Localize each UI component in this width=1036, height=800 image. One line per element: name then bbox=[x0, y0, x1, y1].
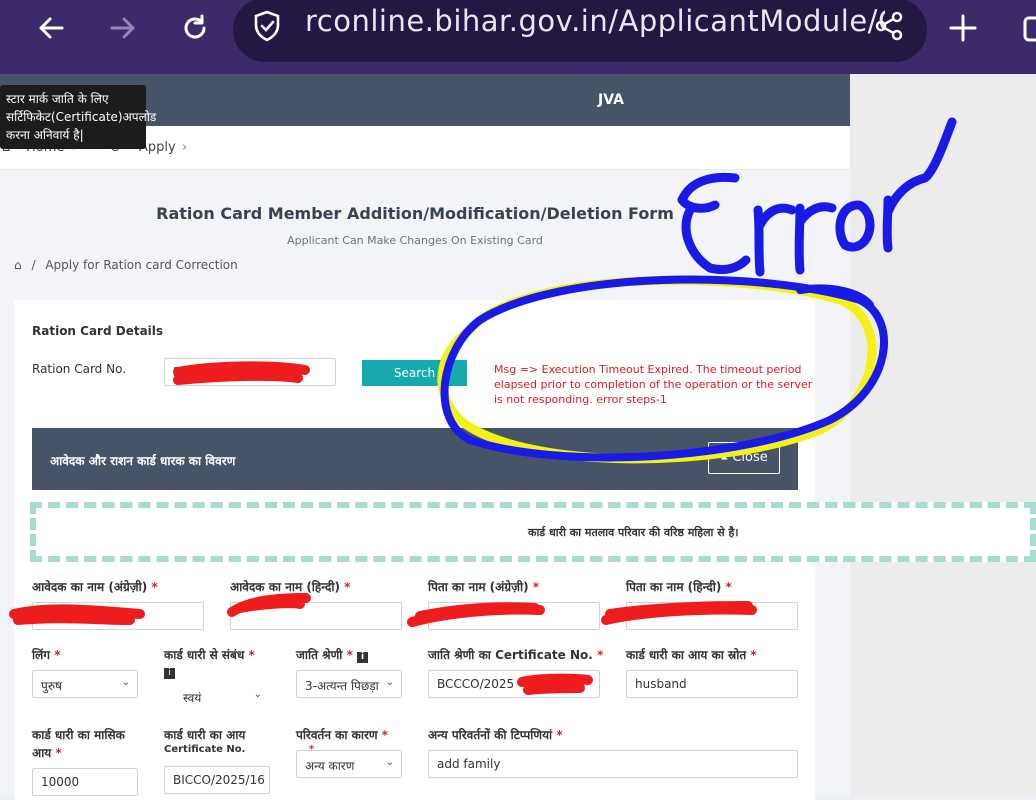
page-subtitle: Applicant Can Make Changes On Existing C… bbox=[287, 234, 543, 247]
name-hi-input[interactable] bbox=[230, 602, 402, 630]
info-icon[interactable]: i bbox=[164, 668, 175, 679]
search-button[interactable]: Search bbox=[362, 360, 467, 386]
chevron-right-icon: › bbox=[182, 140, 188, 155]
change-reason-label: परिवर्तन का कारण * bbox=[296, 728, 389, 742]
shield-icon[interactable] bbox=[253, 10, 281, 42]
close-button[interactable]: ⏶ Close bbox=[708, 442, 780, 474]
other-remarks-input[interactable]: add family bbox=[428, 750, 798, 778]
applicant-section-header: आवेदक और राशन कार्ड धारक का विवरण ⏶ Clos… bbox=[32, 428, 798, 490]
caste-label: जाति श्रेणी * i bbox=[296, 646, 369, 663]
income-cert-label: कार्ड धारी का आय bbox=[164, 728, 246, 742]
breadcrumb: ⌂ / Apply for Ration card Correction bbox=[14, 258, 238, 272]
monthly-income-label: कार्ड धारी का मासिक आय * bbox=[32, 728, 125, 760]
page-gutter bbox=[850, 74, 1036, 795]
close-label: Close bbox=[732, 450, 768, 465]
notice-box: कार्ड धारी का मतलाव परिवार की वरिष्ठ महि… bbox=[30, 502, 1036, 562]
url-text: rconline.bihar.gov.in/ApplicantModule/C bbox=[305, 4, 885, 38]
gender-label: लिंग * bbox=[32, 648, 61, 662]
father-en-input[interactable] bbox=[428, 602, 600, 630]
share-icon[interactable] bbox=[873, 10, 905, 42]
back-arrow-icon[interactable] bbox=[28, 8, 74, 48]
income-cert-input[interactable]: BICCO/2025/16 bbox=[164, 766, 270, 794]
gender-select[interactable]: पुरुष ⌄ bbox=[32, 670, 138, 698]
father-en-label: पिता का नाम (अंग्रेज़ी) * bbox=[428, 580, 540, 594]
income-source-label: कार्ड धारी का आय का स्रोत * bbox=[626, 648, 757, 662]
header-title: JVA bbox=[598, 92, 624, 108]
monthly-income-input[interactable]: 10000 bbox=[32, 768, 138, 796]
caste-select[interactable]: 3-अत्यन्त पिछड़ा ⌄ bbox=[296, 670, 402, 698]
income-cert-sublabel: Certificate No. * bbox=[164, 744, 314, 755]
notice-text: कार्ड धारी का मतलाव परिवार की वरिष्ठ महि… bbox=[528, 526, 739, 539]
error-message: Msg => Execution Timeout Expired. The ti… bbox=[494, 363, 813, 406]
chevron-down-icon: ⌄ bbox=[121, 677, 130, 688]
ration-card-input[interactable]: 2001206090060 bbox=[164, 358, 336, 386]
name-hi-label: आवेदक का नाम (हिन्दी) * bbox=[230, 580, 351, 594]
father-hi-input[interactable] bbox=[626, 602, 798, 630]
name-en-input[interactable] bbox=[32, 602, 204, 630]
change-reason-select[interactable]: अन्य कारण ⌄ bbox=[296, 750, 402, 778]
relation-select[interactable]: स्वयं ⌄ bbox=[164, 682, 270, 710]
tabs-icon[interactable] bbox=[1008, 8, 1036, 48]
browser-toolbar: rconline.bihar.gov.in/ApplicantModule/C bbox=[0, 0, 1036, 74]
section-title: Ration Card Details bbox=[32, 324, 164, 338]
forward-arrow-icon[interactable] bbox=[100, 8, 146, 48]
info-icon[interactable]: i bbox=[357, 652, 369, 663]
collapse-icon: ⏶ bbox=[720, 453, 729, 464]
income-source-input[interactable]: husband bbox=[626, 670, 798, 698]
reload-icon[interactable] bbox=[172, 8, 218, 48]
name-en-label: आवेदक का नाम (अंग्रेज़ी) * bbox=[32, 580, 158, 594]
chevron-down-icon: ⌄ bbox=[385, 757, 394, 768]
father-hi-label: पिता का नाम (हिन्दी) * bbox=[626, 580, 732, 594]
ration-card-label: Ration Card No. bbox=[32, 362, 127, 376]
other-remarks-label: अन्य परिवर्तनों की टिप्पणियां * bbox=[428, 728, 563, 742]
breadcrumb-current: Apply for Ration card Correction bbox=[45, 258, 238, 272]
address-bar[interactable]: rconline.bihar.gov.in/ApplicantModule/C bbox=[233, 0, 927, 62]
home-icon[interactable]: ⌂ bbox=[14, 258, 22, 272]
plus-icon[interactable] bbox=[940, 8, 986, 48]
main-content: Ration Card Member Addition/Modification… bbox=[0, 170, 850, 800]
chevron-down-icon: ⌄ bbox=[385, 677, 394, 688]
relation-label: कार्ड धारी से संबंध * bbox=[164, 648, 255, 662]
applicant-section-title: आवेदक और राशन कार्ड धारक का विवरण bbox=[50, 454, 236, 468]
chevron-down-icon: ⌄ bbox=[253, 689, 262, 700]
caste-cert-input[interactable]: BCCCO/2025 bbox=[428, 670, 600, 698]
tooltip: स्टार मार्क जाति के लिए सर्टिफिकेट(Certi… bbox=[0, 85, 156, 149]
breadcrumb-separator: / bbox=[31, 258, 36, 272]
page-title: Ration Card Member Addition/Modification… bbox=[156, 204, 674, 223]
caste-cert-label: जाति श्रेणी का Certificate No. * bbox=[428, 648, 604, 662]
